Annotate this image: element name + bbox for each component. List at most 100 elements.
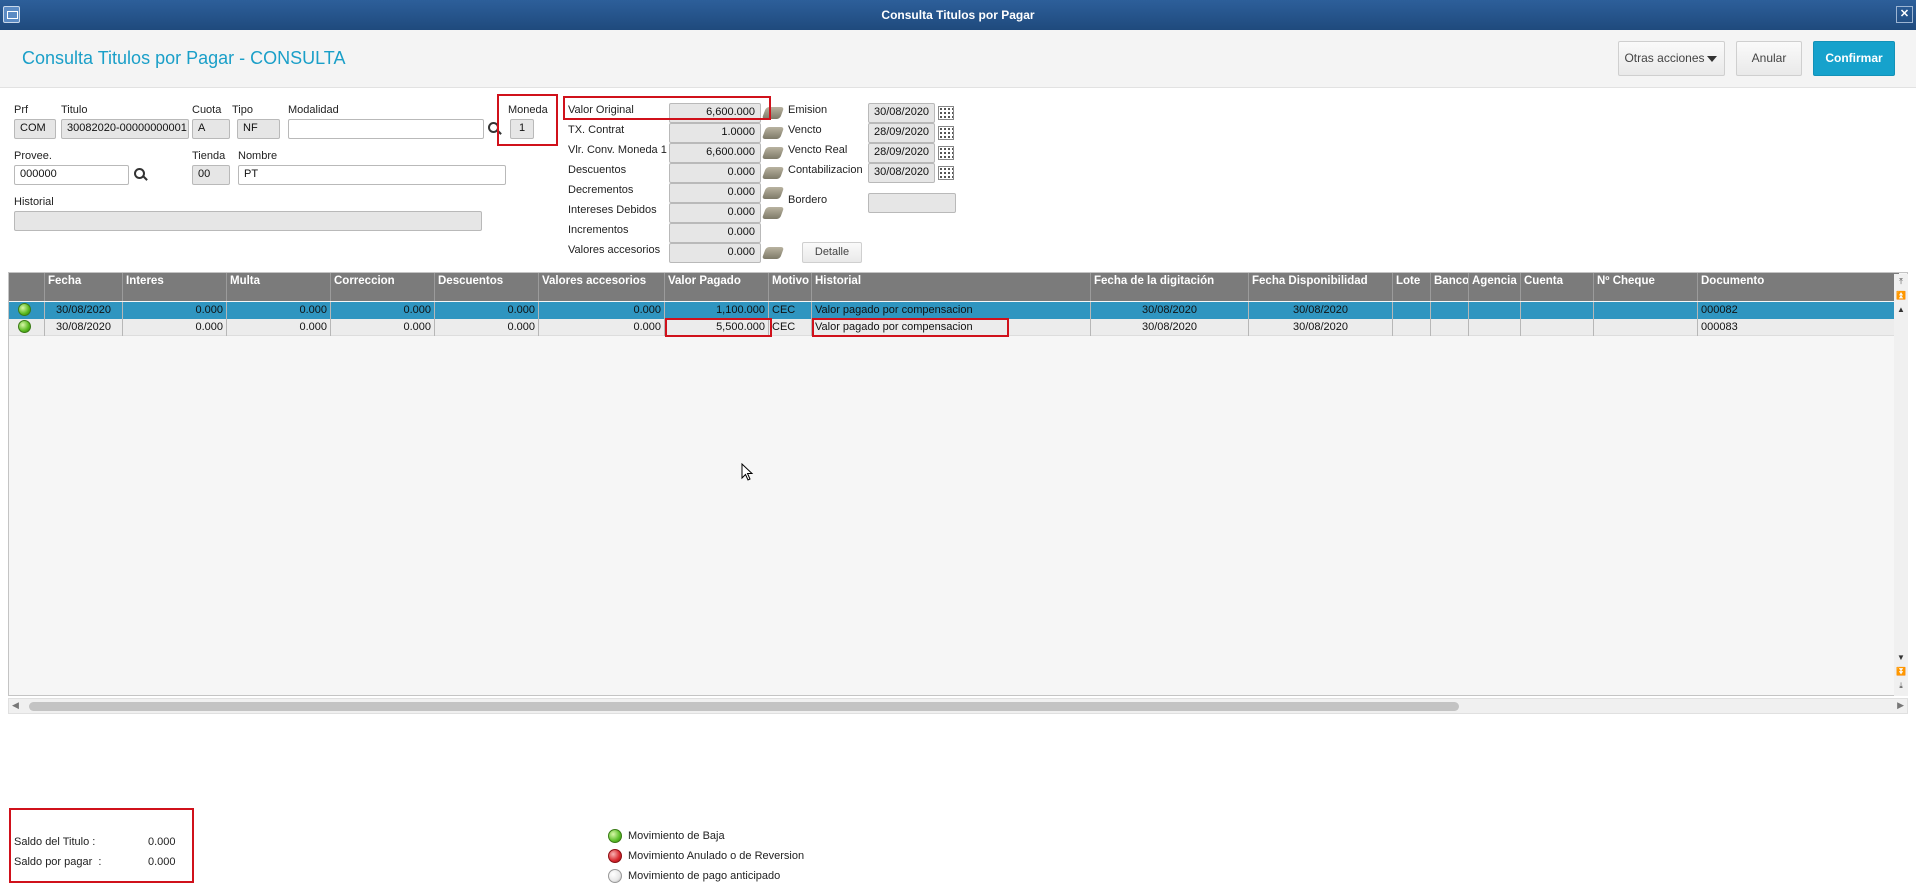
incrementos-field[interactable]: 0.000 [669, 223, 761, 243]
table-cell[interactable]: 0.000 [539, 319, 665, 336]
table-cell[interactable]: 30/08/2020 [1091, 319, 1249, 336]
table-cell[interactable]: 30/08/2020 [45, 302, 123, 319]
money-icon[interactable] [761, 107, 785, 119]
table-cell[interactable]: 0.000 [435, 302, 539, 319]
intereses-field[interactable]: 0.000 [669, 203, 761, 223]
table-row[interactable]: 30/08/2020 0.000 0.000 0.000 0.000 0.000… [9, 302, 1899, 319]
contabilizacion-field[interactable]: 30/08/2020 [868, 163, 935, 183]
column-header[interactable]: Historial [812, 273, 1091, 301]
historial-field[interactable] [14, 211, 482, 231]
table-cell[interactable]: 0.000 [539, 302, 665, 319]
money-icon[interactable] [761, 207, 785, 219]
table-cell[interactable]: 0.000 [331, 302, 435, 319]
vlr-conv-field[interactable]: 6,600.000 [669, 143, 761, 163]
table-cell[interactable]: CEC [769, 319, 812, 336]
emision-field[interactable]: 30/08/2020 [868, 103, 935, 123]
tx-contrat-field[interactable]: 1.0000 [669, 123, 761, 143]
table-cell[interactable]: 000082 [1698, 302, 1899, 319]
scrollbar-thumb[interactable] [29, 702, 1459, 711]
scroll-bottom-icon[interactable]: ⤓ [1895, 680, 1907, 692]
modalidad-field[interactable] [288, 119, 484, 139]
column-header[interactable]: Fecha [45, 273, 123, 301]
scroll-page-down-icon[interactable]: ⏬ [1895, 666, 1907, 678]
other-actions-button[interactable]: Otras acciones [1618, 41, 1725, 76]
table-cell[interactable]: 30/08/2020 [1249, 319, 1393, 336]
column-header[interactable]: Cuenta [1521, 273, 1594, 301]
table-cell[interactable]: 0.000 [435, 319, 539, 336]
scroll-page-up-icon[interactable]: ⏫ [1895, 290, 1907, 302]
column-header[interactable]: Fecha Disponibilidad [1249, 273, 1393, 301]
money-icon[interactable] [761, 167, 785, 179]
money-icon[interactable] [761, 127, 785, 139]
cancel-button[interactable]: Anular [1736, 41, 1802, 76]
table-cell[interactable] [1521, 302, 1594, 319]
column-header[interactable]: Valor Pagado [665, 273, 769, 301]
prf-field[interactable]: COM [14, 119, 56, 139]
column-header[interactable]: Multa [227, 273, 331, 301]
table-cell[interactable] [1393, 302, 1431, 319]
column-header[interactable]: Lote [1393, 273, 1431, 301]
nombre-field[interactable]: PT [238, 165, 506, 185]
table-cell[interactable] [1431, 302, 1469, 319]
calendar-icon[interactable] [938, 126, 954, 140]
search-icon[interactable] [134, 168, 148, 182]
table-cell[interactable]: 0.000 [331, 319, 435, 336]
scroll-top-icon[interactable]: ⤒ [1895, 276, 1907, 288]
column-header[interactable]: Interes [123, 273, 227, 301]
scroll-up-icon[interactable]: ▲ [1895, 304, 1907, 316]
column-header[interactable]: Fecha de la digitación [1091, 273, 1249, 301]
table-cell[interactable]: 0.000 [227, 319, 331, 336]
scroll-left-icon[interactable]: ◀ [12, 700, 19, 711]
vencto-real-field[interactable]: 28/09/2020 [868, 143, 935, 163]
provee-field[interactable]: 000000 [14, 165, 129, 185]
table-cell[interactable]: 30/08/2020 [1091, 302, 1249, 319]
bordero-field[interactable] [868, 193, 956, 213]
table-cell[interactable]: 0.000 [123, 302, 227, 319]
table-cell[interactable]: Valor pagado por compensacion [812, 319, 1091, 336]
horizontal-scrollbar[interactable]: ◀ ▶ [8, 698, 1908, 714]
column-header[interactable]: Valores accesorios [539, 273, 665, 301]
table-cell[interactable]: Valor pagado por compensacion [812, 302, 1091, 319]
confirm-button[interactable]: Confirmar [1813, 41, 1895, 76]
money-icon[interactable] [761, 247, 785, 259]
table-cell[interactable]: 0.000 [227, 302, 331, 319]
table-cell[interactable] [1594, 319, 1698, 336]
table-cell[interactable]: 0.000 [123, 319, 227, 336]
table-cell[interactable] [1594, 302, 1698, 319]
close-icon[interactable]: ✕ [1896, 6, 1913, 23]
tienda-field[interactable]: 00 [192, 165, 230, 185]
valores-accesorios-field[interactable]: 0.000 [669, 243, 761, 263]
column-header[interactable]: Agencia [1469, 273, 1521, 301]
descuentos-field[interactable]: 0.000 [669, 163, 761, 183]
vencto-field[interactable]: 28/09/2020 [868, 123, 935, 143]
decrementos-field[interactable]: 0.000 [669, 183, 761, 203]
table-cell[interactable]: 30/08/2020 [1249, 302, 1393, 319]
column-header[interactable]: Banco [1431, 273, 1469, 301]
scroll-right-icon[interactable]: ▶ [1897, 700, 1904, 711]
vertical-scrollbar[interactable]: ⤒ ⏫ ▲ ▼ ⏬ ⤓ [1894, 274, 1908, 696]
moneda-field[interactable]: 1 [510, 119, 534, 139]
money-icon[interactable] [761, 187, 785, 199]
column-header[interactable]: Documento [1698, 273, 1899, 301]
detalle-button[interactable]: Detalle [802, 242, 862, 263]
table-cell[interactable]: 1,100.000 [665, 302, 769, 319]
table-cell[interactable] [1521, 319, 1594, 336]
table-cell[interactable]: 000083 [1698, 319, 1899, 336]
cuota-field[interactable]: A [192, 119, 230, 139]
calendar-icon[interactable] [938, 106, 954, 120]
column-header[interactable]: Nº Cheque [1594, 273, 1698, 301]
calendar-icon[interactable] [938, 146, 954, 160]
tipo-field[interactable]: NF [237, 119, 280, 139]
table-cell[interactable] [1469, 319, 1521, 336]
table-cell[interactable]: 30/08/2020 [45, 319, 123, 336]
column-header[interactable]: Motivo [769, 273, 812, 301]
money-icon[interactable] [761, 147, 785, 159]
table-cell[interactable]: CEC [769, 302, 812, 319]
calendar-icon[interactable] [938, 166, 954, 180]
valor-original-field[interactable]: 6,600.000 [669, 103, 761, 123]
scroll-down-icon[interactable]: ▼ [1895, 652, 1907, 664]
table-cell[interactable] [1431, 319, 1469, 336]
table-cell[interactable] [1469, 302, 1521, 319]
titulo-field[interactable]: 30082020-00000000001 [61, 119, 189, 139]
table-cell[interactable] [1393, 319, 1431, 336]
